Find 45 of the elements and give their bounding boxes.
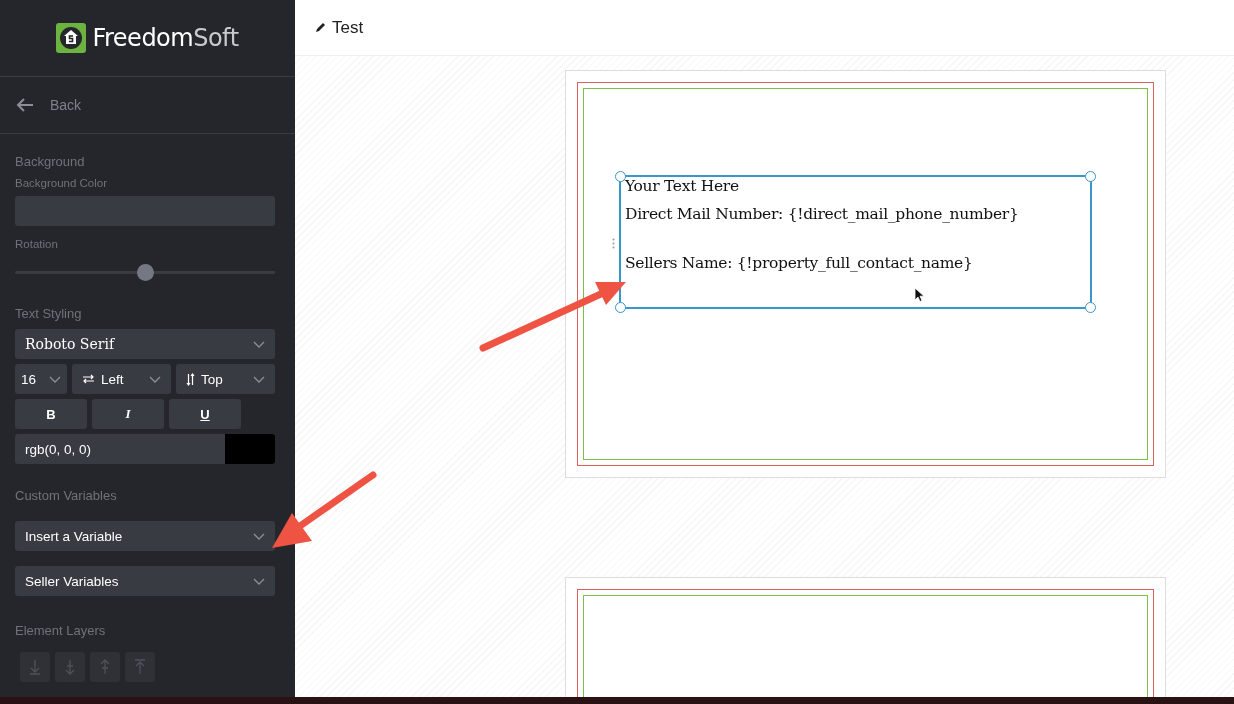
vertical-align-dropdown[interactable]: Top — [176, 364, 275, 394]
text-line: Your Text Here — [625, 177, 740, 195]
slider-thumb[interactable] — [137, 264, 154, 281]
field-label: Rotation — [15, 238, 59, 250]
color-swatch[interactable] — [225, 434, 275, 464]
resize-handle[interactable] — [615, 302, 626, 313]
chevron-down-icon — [149, 375, 161, 383]
drag-handle-icon[interactable] — [612, 238, 615, 249]
document-title: Test — [332, 17, 364, 38]
section-heading: Element Layers — [15, 623, 107, 638]
color-input[interactable]: rgb(0, 0, 0) — [15, 434, 275, 464]
horizontal-arrows-icon — [82, 374, 95, 384]
mouse-pointer-icon — [914, 287, 924, 302]
bold-button[interactable]: B — [15, 399, 87, 429]
arrow-up-icon — [99, 659, 111, 675]
chevron-down-icon — [253, 375, 265, 383]
resize-handle[interactable] — [1085, 171, 1096, 182]
font-size-dropdown[interactable]: 16 — [15, 364, 67, 394]
variable-dropdown[interactable]: Insert a Variable — [15, 521, 275, 551]
italic-button[interactable]: I — [92, 399, 164, 429]
arrow-to-top-icon — [134, 659, 146, 675]
underline-button[interactable]: U — [169, 399, 241, 429]
font-dropdown[interactable]: Roboto Serif — [15, 329, 275, 359]
text-line: Direct Mail Number: {!direct_mail_phone_number} — [625, 205, 1020, 223]
align-dropdown[interactable]: Left — [72, 364, 171, 394]
text-line: Sellers Name: {!property_full_contact_name} — [625, 254, 974, 272]
section-heading: Text Styling — [15, 306, 83, 321]
vertical-arrows-icon — [186, 372, 195, 386]
chevron-down-icon — [253, 340, 265, 348]
variable-dropdown[interactable]: Seller Variables — [15, 566, 275, 596]
section-heading: Custom Variables — [15, 488, 118, 503]
arrow-to-bottom-icon — [29, 659, 41, 675]
arrow-down-icon — [64, 659, 76, 675]
chevron-down-icon — [253, 577, 265, 585]
back-arrow-icon[interactable] — [16, 98, 34, 112]
house-logo-icon — [56, 23, 87, 53]
section-heading: Background — [15, 154, 86, 169]
field-label: Background Color — [15, 177, 109, 189]
back-link[interactable]: Back — [50, 97, 82, 113]
resize-handle[interactable] — [1085, 302, 1096, 313]
pencil-icon[interactable] — [315, 22, 326, 33]
chevron-down-icon — [253, 532, 265, 540]
logo-text: FreedomSoft — [92, 24, 239, 52]
chevron-down-icon — [49, 375, 61, 383]
resize-handle[interactable] — [615, 171, 626, 182]
